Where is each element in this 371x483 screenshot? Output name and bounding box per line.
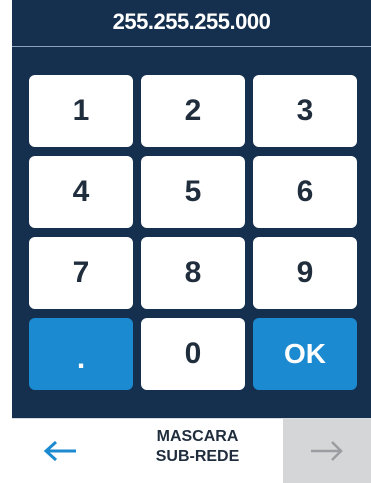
key-9[interactable]: 9 [253,237,357,309]
key-8[interactable]: 8 [141,237,245,309]
next-button[interactable] [283,419,371,483]
key-7[interactable]: 7 [29,237,133,309]
key-5[interactable]: 5 [141,156,245,228]
title-line-1: MASCARA [156,428,239,445]
ok-button[interactable]: OK [253,318,357,390]
key-6[interactable]: 6 [253,156,357,228]
title-line-2: SUB-REDE [155,448,240,465]
key-1[interactable]: 1 [29,75,133,147]
key-2[interactable]: 2 [141,75,245,147]
device-screen: 255.255.255.000 1 2 3 4 5 6 7 8 9 . 0 OK… [0,0,371,483]
footer-bar: MASCARA SUB-REDE [12,418,371,483]
back-button[interactable] [12,419,112,483]
key-3[interactable]: 3 [253,75,357,147]
display-value: 255.255.255.000 [112,9,271,34]
divider [12,46,371,47]
screen-title: MASCARA SUB-REDE [112,427,283,467]
key-0[interactable]: 0 [141,318,245,390]
arrow-left-icon [43,440,76,462]
value-display: 255.255.255.000 [12,0,371,44]
key-4[interactable]: 4 [29,156,133,228]
key-dot[interactable]: . [29,318,133,390]
arrow-right-icon [311,441,343,461]
